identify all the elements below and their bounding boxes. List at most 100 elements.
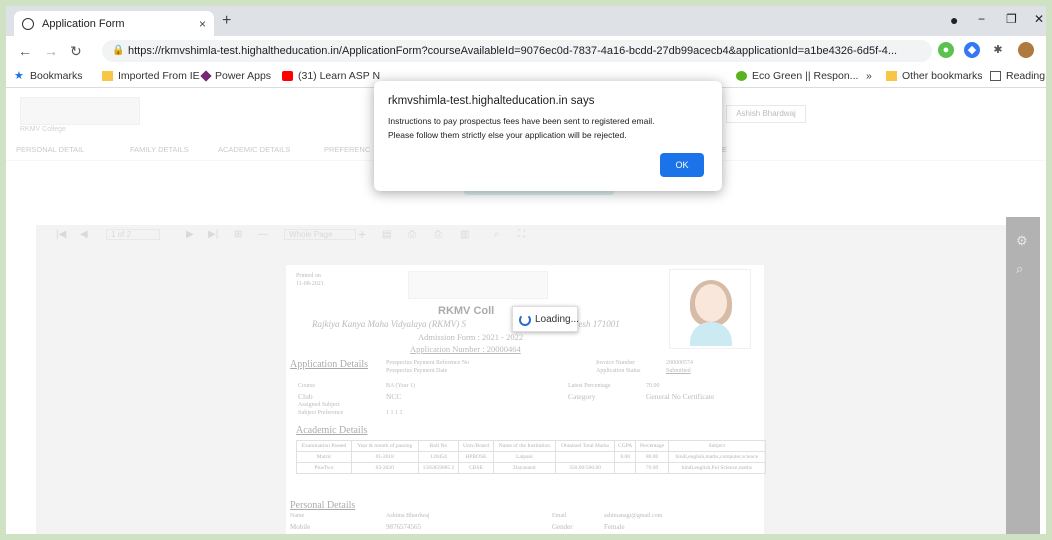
reload-icon[interactable]: ↻	[70, 43, 82, 60]
first-page-icon[interactable]: |◀	[56, 229, 66, 240]
col-header: Univ/Board	[458, 440, 494, 452]
export-icon[interactable]: ▤	[382, 229, 391, 240]
prev-page-icon[interactable]: ◀	[80, 229, 88, 240]
status-label: Application Status	[596, 368, 641, 374]
power-apps-icon	[200, 70, 212, 82]
email-label: Email	[552, 513, 567, 519]
bookmark-imported-from-ie[interactable]: Imported From IE	[102, 70, 200, 82]
browser-tab[interactable]: Application Form ×	[14, 11, 214, 36]
club-label: Club	[298, 392, 313, 401]
invoice-label: Invoice Number	[596, 360, 636, 366]
college-logo	[20, 97, 140, 125]
col-header: Roll No	[417, 440, 460, 452]
tab-strip: Application Form × + ● − ❐ ✕	[6, 6, 1046, 36]
save-icon[interactable]: ▥	[460, 229, 469, 240]
puzzle-icon[interactable]: ✱	[990, 42, 1006, 58]
col-header: Year & month of passing	[350, 440, 419, 452]
latest-percentage-label: Latest Percentage	[568, 383, 611, 389]
table-cell: 1585859085 2	[417, 462, 460, 474]
club-value: NCC	[386, 392, 402, 401]
col-header: Obtained Total Marks	[555, 440, 616, 452]
extension-badge-icon[interactable]: ◆	[964, 42, 980, 58]
more-bookmarks-button[interactable]: »	[866, 70, 872, 82]
bookmark-other[interactable]: Other bookmarks	[886, 70, 983, 82]
table-cell: 03-2020	[350, 462, 419, 474]
bookmark-learn-asp[interactable]: (31) Learn ASP N	[282, 70, 380, 82]
next-page-icon[interactable]: ▶	[186, 229, 194, 240]
bookmark-eco-green[interactable]: Eco Green || Respon...	[736, 70, 858, 82]
table-row: Matric 01-2018 120454 HPBOSE Lalpani 8.0…	[296, 451, 767, 463]
minimize-button[interactable]: −	[978, 12, 985, 26]
mobile-label: Mobile	[290, 523, 311, 531]
table-cell: 120454	[417, 451, 460, 463]
back-arrow-icon[interactable]: ←	[18, 43, 32, 59]
section-personal-details: Personal Details	[290, 500, 356, 511]
gender-label: Gender	[552, 523, 573, 531]
address-bar[interactable]: 🔒 https://rkmvshimla-test.highaltheducat…	[102, 40, 932, 62]
zoom-select[interactable]: Whole Page	[284, 229, 356, 240]
tab-family-details[interactable]: FAMILY DETAILS	[130, 145, 189, 154]
subject-preference-label: Subject Preference	[298, 410, 344, 416]
new-tab-button[interactable]: +	[222, 12, 231, 30]
zoom-in-icon[interactable]: +	[358, 226, 366, 242]
table-cell: 350.00/500.00	[555, 462, 616, 474]
bookmark-power-apps[interactable]: Power Apps	[200, 70, 271, 82]
bookmark-reading-list[interactable]: Reading l	[990, 70, 1046, 82]
prospectus-ref-label: Prospectus Payment Reference No	[386, 360, 470, 366]
college-short-name: RKMV College	[20, 126, 66, 133]
tab-preference[interactable]: PREFERENC	[324, 145, 370, 154]
college-name: RKMV Coll	[438, 305, 495, 317]
table-cell: Dayanand	[492, 462, 557, 474]
email-value: ashimanagi@gmail.com	[604, 513, 663, 519]
avatar[interactable]	[1018, 42, 1034, 58]
college-full-name: Rajkiya Kanya Maha Vidyalaya (RKMV) S	[312, 319, 467, 329]
name-value: Ashima Bhardwaj	[386, 513, 430, 519]
profile-dot-icon[interactable]: ●	[950, 12, 958, 28]
loading-indicator: Loading...	[512, 306, 579, 332]
table-cell: 01-2018	[350, 451, 419, 463]
tab-academic-details[interactable]: ACADEMIC DETAILS	[218, 145, 290, 154]
gender-value: Female	[604, 523, 625, 531]
tab-personal-detail[interactable]: PERSONAL DETAIL	[16, 145, 84, 154]
last-page-icon[interactable]: ▶|	[208, 229, 218, 240]
tab-partial[interactable]: E	[722, 145, 727, 154]
print-icon[interactable]: ⎙	[408, 229, 416, 240]
youtube-icon	[282, 71, 293, 81]
page-number-input[interactable]: 1 of 2	[106, 229, 161, 240]
table-cell: hindi,english,maths,computer,science	[667, 451, 767, 463]
search-icon[interactable]: ⌕	[494, 229, 500, 240]
forward-arrow-icon[interactable]: →	[44, 43, 58, 59]
table-cell: 8.00	[614, 451, 637, 463]
col-header: Subject	[667, 440, 767, 452]
bookmark-bookmarks[interactable]: ★ Bookmarks	[14, 70, 83, 82]
group-tree-icon[interactable]: ⊞	[234, 229, 242, 240]
viewer-toolbar: |◀ ◀ 1 of 2 ▶ ▶| ⊞ — Whole Page + ▤ ⎙ ⎙ …	[36, 225, 1006, 249]
user-name[interactable]: Ashish Bhardwaj	[726, 105, 806, 123]
report-viewer: |◀ ◀ 1 of 2 ▶ ▶| ⊞ — Whole Page + ▤ ⎙ ⎙ …	[36, 217, 1040, 534]
photo-shirt	[690, 322, 732, 346]
table-cell	[614, 462, 637, 474]
restore-button[interactable]: ❐	[1006, 12, 1017, 26]
college-banner	[408, 271, 548, 299]
table-cell: HPBOSE	[458, 451, 494, 463]
section-application-details: Application Details	[290, 359, 369, 370]
close-window-button[interactable]: ✕	[1034, 12, 1044, 26]
zoom-out-icon[interactable]: —	[258, 229, 268, 240]
table-row: PlusTwo 03-2020 1585859085 2 CBSE Dayana…	[296, 462, 767, 474]
fullscreen-icon[interactable]: ⛶	[518, 229, 525, 240]
table-cell: 70.00	[635, 462, 669, 474]
academic-table: Examination Passed Year & month of passi…	[296, 440, 767, 474]
search-icon[interactable]: ⌕	[1016, 261, 1023, 277]
extension-icon[interactable]: ●	[938, 42, 954, 58]
category-value: General No Certificate	[646, 392, 715, 401]
gear-icon[interactable]: ⚙	[1016, 233, 1028, 249]
tab-close-icon[interactable]: ×	[199, 17, 206, 31]
table-cell	[555, 451, 616, 463]
latest-percentage-value: 70.00	[646, 383, 660, 389]
printed-on-label: Printed on	[296, 273, 321, 279]
dialog-message: Instructions to pay prospectus fees have…	[388, 116, 655, 140]
print-layout-icon[interactable]: ⎙	[434, 229, 442, 240]
ok-button[interactable]: OK	[660, 153, 704, 177]
course-value: BA (Year 1)	[386, 383, 416, 389]
globe-icon	[22, 17, 34, 30]
